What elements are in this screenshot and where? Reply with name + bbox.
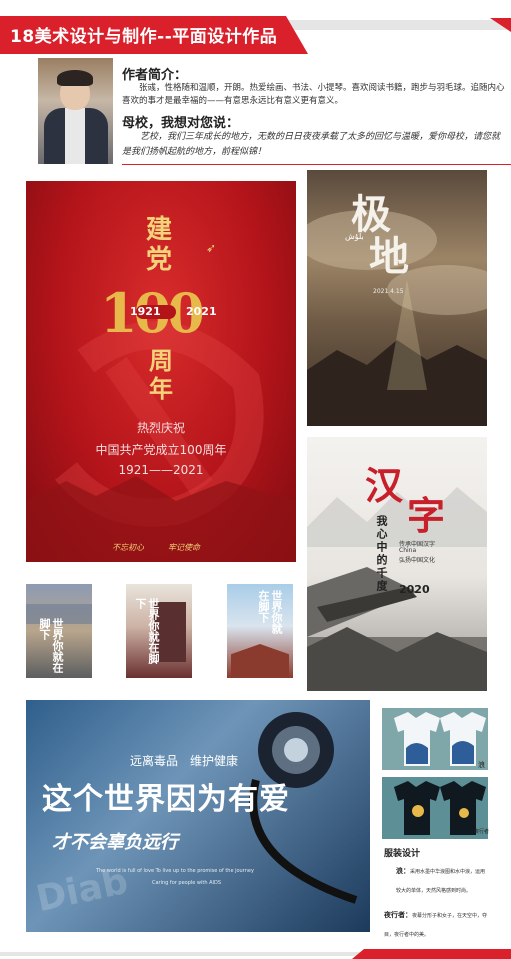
clothing-item-1-text: 采用水墨中华浪图和水中浪，运用较大的单体，天然风格感到时尚。 bbox=[396, 869, 486, 894]
drug-script-line: 才不会辜负远行 bbox=[52, 832, 178, 853]
page-title: 18美术设计与制作--平面设计作品 bbox=[10, 27, 278, 47]
poster-hanzi: 汉 字 我心中的千度 传承中国汉字 China 弘扬中国文化 2020 bbox=[307, 437, 487, 691]
polar-small-label: بلۇش bbox=[345, 232, 364, 241]
party-line1: 热烈庆祝 bbox=[136, 421, 185, 435]
dove-icon: ➶ bbox=[206, 241, 217, 255]
small-poster-1: 世界你就在脚下 bbox=[26, 584, 92, 678]
night-shirt-icon bbox=[394, 781, 486, 835]
drug-en-line1: The world is full of love To live up to … bbox=[96, 868, 254, 874]
footer-grey-band bbox=[0, 952, 360, 956]
small-poster-3: 世界你就在脚下 bbox=[227, 584, 293, 678]
poster-anti-drug: Diab 远离毒品 维护健康 这个世界因为有爱 才不会辜负远行 The worl… bbox=[26, 700, 370, 932]
small-poster-3-text: 世界你就在脚下 bbox=[257, 590, 283, 634]
header-grey-band bbox=[276, 20, 511, 30]
hanzi-char-1: 汉 bbox=[365, 463, 404, 508]
party-line3: 1921——2021 bbox=[118, 463, 204, 477]
poster-party-centenary: 建 党 ➶ 100 1921 2021 周 年 热烈庆祝 中国共产党成立100周… bbox=[26, 181, 296, 562]
party-char-2: 党 bbox=[146, 245, 173, 275]
small-poster-2: 世界你就在脚下 bbox=[126, 584, 192, 678]
drug-headline: 这个世界因为有爱 bbox=[42, 782, 290, 817]
clothing-item-1-label: 浪： bbox=[396, 867, 410, 875]
drug-en-line2: Caring for people with AIDS bbox=[152, 880, 222, 886]
party-char-1: 建 bbox=[146, 215, 173, 245]
wave-shirt-icon bbox=[394, 712, 486, 766]
footer-red-band bbox=[352, 949, 511, 959]
clothing-item-2: 夜行者：夜幕分形子和女子，在天空中，夺目，夜行者中的美。 bbox=[384, 902, 488, 940]
party-nian: 年 bbox=[149, 374, 173, 403]
author-bio: 张彧，性格随和温顺，开朗。热爱绘画、书法、小提琴。喜欢阅读书籍，跑步与羽毛球。追… bbox=[122, 83, 505, 106]
clothing-item-2-label: 夜行者： bbox=[384, 911, 412, 919]
polar-char-2: 地 bbox=[369, 233, 409, 280]
party-year-right: 2021 bbox=[186, 305, 217, 318]
party-zhou: 周 bbox=[149, 346, 173, 375]
shirt-tag-night: 夜行者 bbox=[474, 829, 490, 835]
shirt-preview-night bbox=[382, 777, 488, 839]
section-divider bbox=[122, 164, 511, 165]
author-hair bbox=[57, 70, 93, 86]
polar-date: 2021.4.15 bbox=[373, 288, 404, 295]
author-photo bbox=[38, 58, 113, 164]
party-slogan-right: 牢记使命 bbox=[168, 543, 200, 552]
polar-landscape bbox=[307, 210, 487, 426]
small-poster-1-text: 世界你就在脚下 bbox=[38, 618, 64, 673]
small-poster-2-text: 世界你就在脚下 bbox=[134, 598, 160, 664]
poster-polar: 极 地 بلۇش 2021.4.15 bbox=[307, 170, 487, 426]
shirt-tag-wave: 浪 bbox=[478, 761, 485, 769]
clothing-item-1: 浪：采用水墨中华浪图和水中浪，运用较大的单体，天然风格感到时尚。 bbox=[396, 858, 488, 896]
hanzi-vertical: 我心中的千度 bbox=[375, 515, 388, 593]
hanzi-sub2: China bbox=[399, 547, 417, 554]
author-jacket-stripe bbox=[65, 108, 85, 164]
drug-top-line: 远离毒品 维护健康 bbox=[130, 754, 239, 768]
party-line2: 中国共产党成立100周年 bbox=[95, 443, 227, 457]
author-heading: 作者简介： bbox=[122, 68, 188, 83]
hanzi-sub3: 弘扬中国文化 bbox=[399, 557, 436, 564]
party-year-left: 1921 bbox=[130, 305, 161, 318]
school-heading: 母校，我想对您说： bbox=[122, 116, 240, 131]
school-message: 艺校，我们三年成长的地方，无数的日日夜夜承载了太多的回忆与温暖，爱你母校，请您就… bbox=[122, 132, 501, 157]
hanzi-char-2: 字 bbox=[407, 493, 446, 538]
hanzi-year: 2020 bbox=[399, 583, 430, 596]
party-slogan-left: 不忘初心 bbox=[112, 543, 144, 552]
shirt-preview-wave bbox=[382, 708, 488, 770]
